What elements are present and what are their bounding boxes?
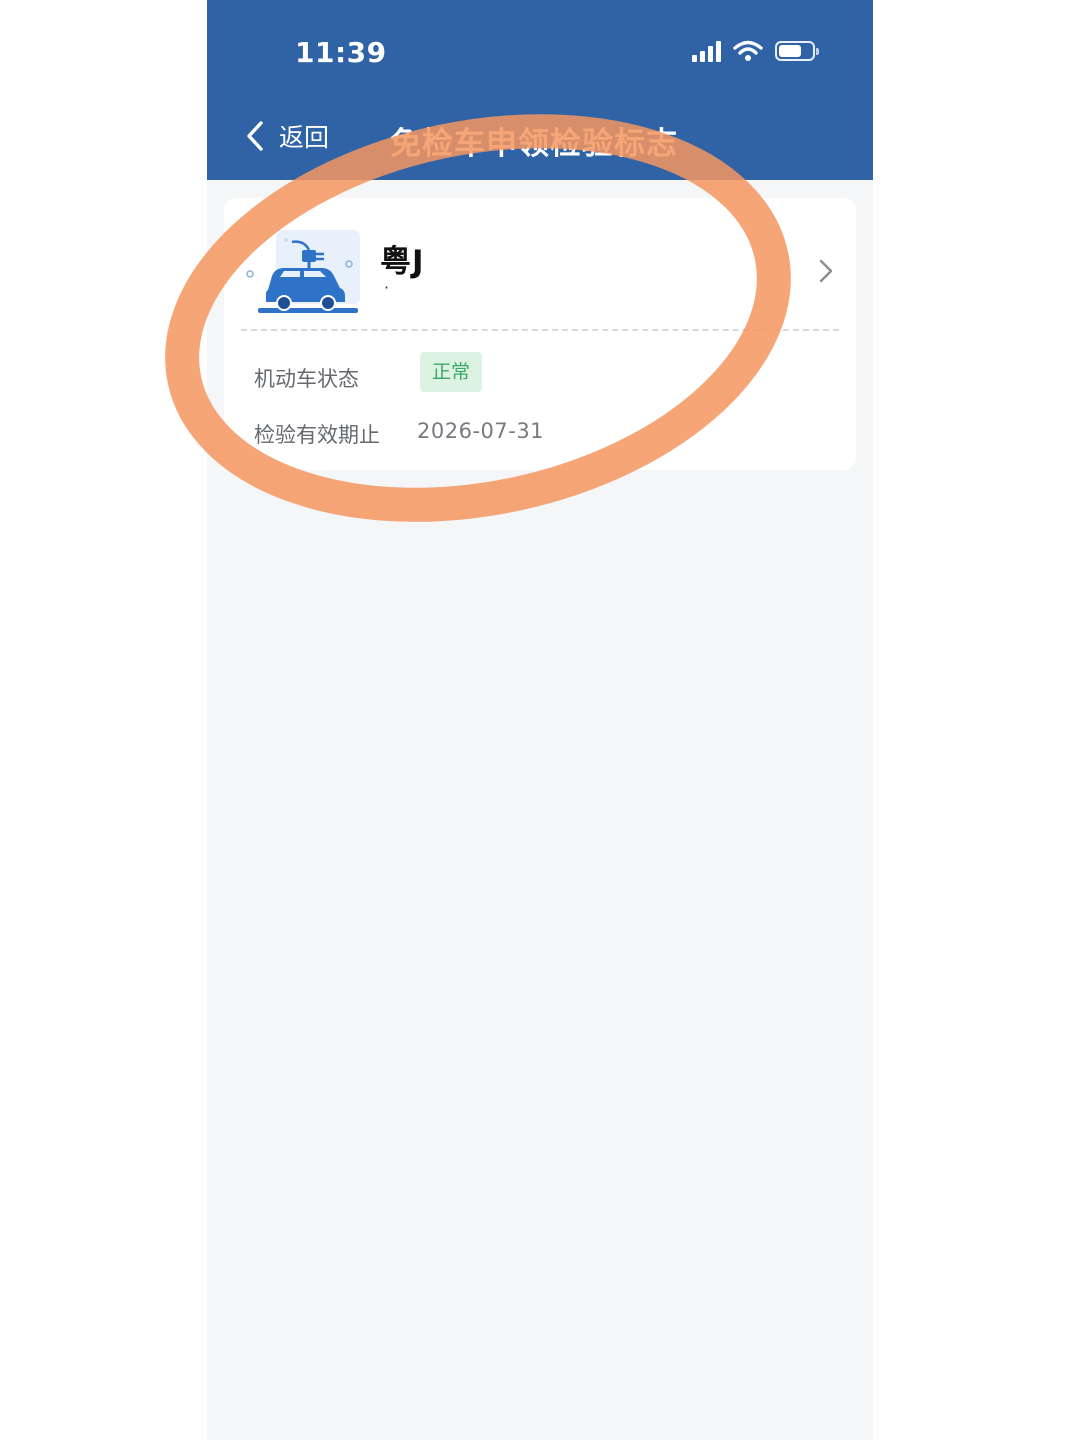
card-divider xyxy=(241,329,839,331)
license-plate: 粤J xyxy=(380,244,425,280)
back-button[interactable]: 返回 xyxy=(245,118,329,154)
battery-icon xyxy=(775,41,819,61)
vehicle-card[interactable]: 粤J · 机动车状态 正常 检验有效期止 2026-07-31 xyxy=(224,198,856,470)
chevron-right-icon xyxy=(819,259,833,283)
status-badge: 正常 xyxy=(420,352,482,392)
wifi-icon xyxy=(733,40,763,61)
signal-icon xyxy=(692,40,721,62)
inspection-expiry-value: 2026-07-31 xyxy=(417,419,545,443)
status-time: 11:39 xyxy=(295,36,387,69)
page-title: 免检车申领检验标志 xyxy=(390,126,678,162)
header: 11:39 返回 免检车申领检验标志 xyxy=(207,0,873,180)
back-label: 返回 xyxy=(279,123,330,152)
status-icons xyxy=(692,40,819,62)
plate-redaction xyxy=(436,238,556,278)
back-chevron-icon xyxy=(247,121,263,151)
phone-screen: 11:39 返回 免检车申领检验标志 粤J · 机动车状态 正常 检验有效期止 … xyxy=(207,0,873,1440)
vehicle-status-label: 机动车状态 xyxy=(254,367,359,391)
electric-car-icon xyxy=(246,230,360,313)
inspection-expiry-label: 检验有效期止 xyxy=(254,423,380,447)
vehicle-subtitle-redacted: · xyxy=(384,278,390,297)
